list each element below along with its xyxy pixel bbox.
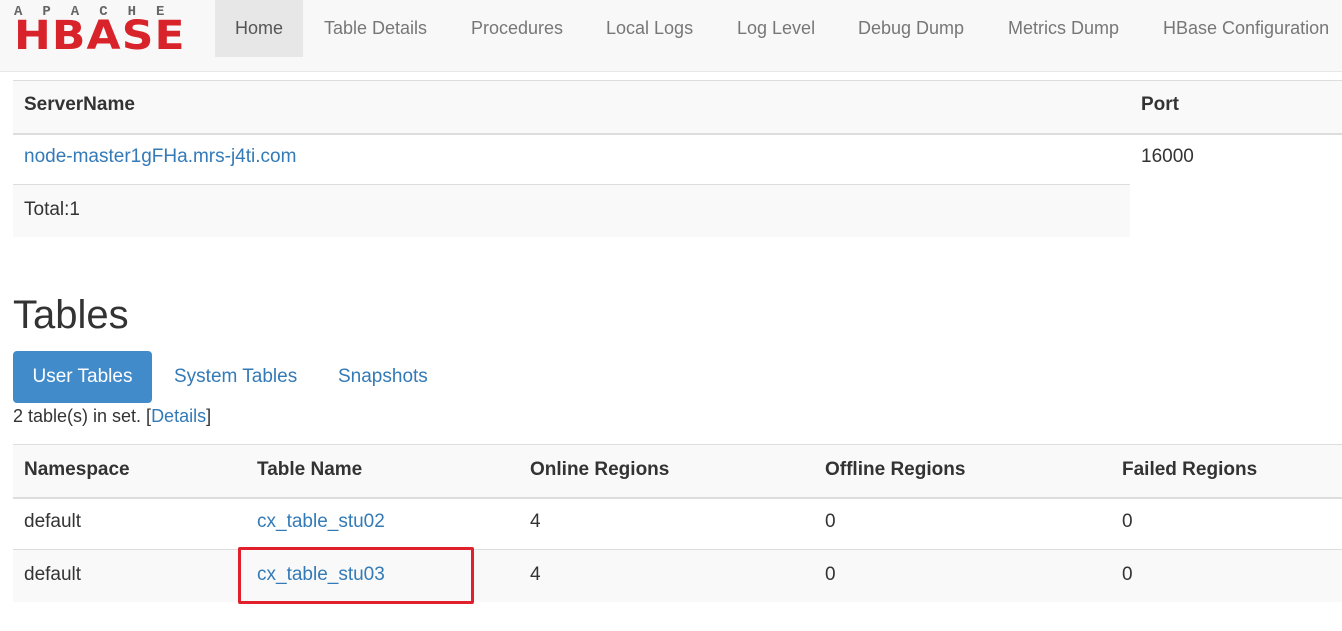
server-name-link[interactable]: node-master1gFHa.mrs-j4ti.com (24, 146, 296, 168)
header-online-regions: Online Regions (530, 459, 670, 480)
table-count-close: ] (206, 406, 212, 426)
tab-snapshots[interactable]: Snapshots (338, 351, 428, 403)
row1-table-link[interactable]: cx_table_stu02 (257, 511, 385, 533)
logo-hbase-text: HBASE (14, 13, 186, 59)
row1-failed-regions: 0 (1122, 511, 1133, 532)
nav-log-level[interactable]: Log Level (737, 0, 815, 57)
nav-hbase-configuration[interactable]: HBase Configuration (1163, 0, 1329, 57)
nav-metrics-dump[interactable]: Metrics Dump (1008, 0, 1119, 57)
nav-local-logs[interactable]: Local Logs (606, 0, 693, 57)
row1-namespace: default (24, 511, 82, 532)
row2-offline-regions: 0 (825, 564, 836, 585)
row2-failed-regions: 0 (1122, 564, 1133, 585)
header-failed-regions: Failed Regions (1122, 459, 1258, 480)
header-port: Port (1141, 94, 1179, 115)
highlight-annotation-box (238, 547, 474, 604)
nav-table-details[interactable]: Table Details (324, 0, 427, 57)
header-namespace: Namespace (24, 459, 130, 480)
table-count: 2 table(s) in set. [Details] (13, 404, 211, 428)
table-row-striped (13, 550, 1342, 602)
tables-heading: Tables (13, 293, 129, 337)
tab-system-tables[interactable]: System Tables (174, 351, 297, 403)
nav-procedures[interactable]: Procedures (471, 0, 563, 57)
hbase-logo[interactable]: APACHE HBASE (14, 5, 196, 59)
tab-user-tables[interactable]: User Tables (13, 351, 152, 403)
header-table-name: Table Name (257, 459, 363, 480)
header-server-name: ServerName (24, 94, 135, 115)
top-navbar: APACHE HBASE Home Table Details Procedur… (0, 0, 1342, 72)
server-total: Total:1 (24, 199, 80, 220)
header-offline-regions: Offline Regions (825, 459, 966, 480)
nav-home[interactable]: Home (215, 0, 304, 57)
server-total-row (13, 185, 1130, 237)
row2-namespace: default (24, 564, 82, 585)
server-port: 16000 (1141, 146, 1194, 167)
table-count-text: 2 table(s) in set. [ (13, 406, 152, 426)
row1-online-regions: 4 (530, 511, 541, 532)
nav-debug-dump[interactable]: Debug Dump (858, 0, 964, 57)
row1-offline-regions: 0 (825, 511, 836, 532)
row2-online-regions: 4 (530, 564, 541, 585)
details-link[interactable]: Details (151, 406, 206, 426)
